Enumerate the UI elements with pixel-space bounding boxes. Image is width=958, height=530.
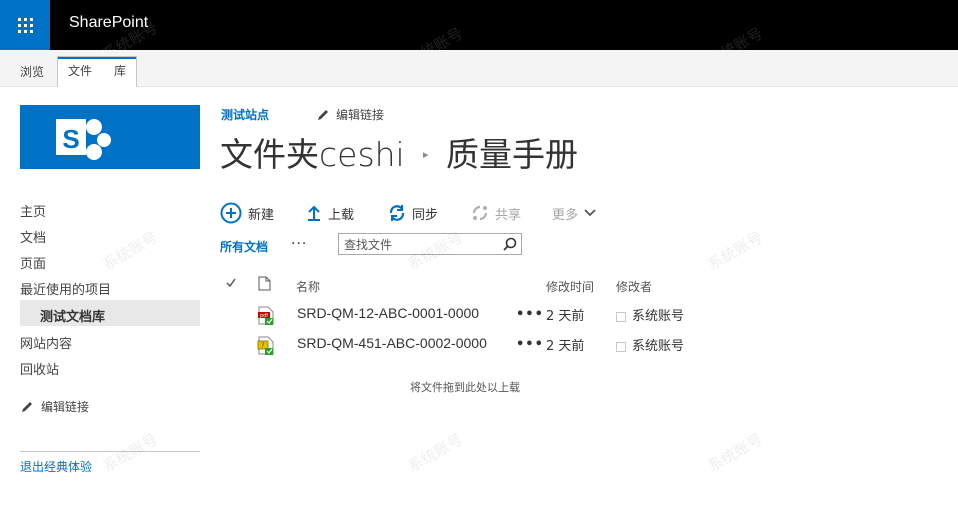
sharepoint-logo-icon: S bbox=[56, 119, 111, 160]
sync-button[interactable]: 同步 bbox=[388, 202, 438, 224]
tab-files[interactable]: 文件 bbox=[68, 57, 92, 85]
breadcrumb-separator-icon: ▸ bbox=[423, 148, 429, 161]
view-all-documents[interactable]: 所有文档 bbox=[220, 238, 268, 255]
search-input[interactable] bbox=[339, 235, 494, 252]
nav-item-documents[interactable]: 文档 bbox=[20, 227, 46, 246]
presence-icon bbox=[616, 311, 626, 322]
new-button-label: 新建 bbox=[248, 207, 275, 223]
search-icon[interactable] bbox=[503, 237, 517, 251]
modified-by[interactable]: 系统账号 bbox=[616, 305, 684, 324]
header-edit-links[interactable]: 编辑链接 bbox=[316, 106, 384, 123]
svg-text:S: S bbox=[62, 124, 79, 154]
tab-library[interactable]: 库 bbox=[114, 57, 126, 85]
modified-time: 2 天前 bbox=[546, 309, 585, 324]
generic-file-icon: ? bbox=[257, 336, 275, 360]
table-row[interactable]: pdf SRD-QM-12-ABC-0001-0000 ••• 2 天前 系统账… bbox=[220, 305, 920, 335]
modified-by-name: 系统账号 bbox=[632, 339, 685, 354]
tab-group-selected: 文件 库 bbox=[57, 56, 137, 87]
search-box bbox=[338, 233, 522, 255]
nav-edit-links-label: 编辑链接 bbox=[41, 400, 90, 414]
share-button[interactable]: 共享 bbox=[471, 202, 521, 224]
file-name-link[interactable]: SRD-QM-451-ABC-0002-0000 bbox=[297, 335, 487, 351]
watermark: 系统账号 bbox=[704, 228, 766, 274]
modified-time: 2 天前 bbox=[546, 339, 585, 354]
table-row[interactable]: ? SRD-QM-451-ABC-0002-0000 ••• 2 天前 系统账号 bbox=[220, 335, 920, 365]
chevron-down-icon bbox=[584, 209, 596, 217]
site-logo[interactable]: S bbox=[20, 105, 200, 169]
header-edit-links-label: 编辑链接 bbox=[336, 108, 385, 122]
row-menu-button[interactable]: ••• bbox=[516, 307, 544, 322]
watermark: 系统账号 bbox=[704, 430, 766, 476]
ribbon: 浏览 文件 库 bbox=[0, 50, 958, 87]
upload-button-label: 上载 bbox=[328, 207, 355, 223]
more-button[interactable]: 更多 bbox=[552, 202, 596, 224]
sync-icon bbox=[389, 205, 405, 221]
nav-divider bbox=[20, 451, 200, 452]
pencil-icon bbox=[318, 109, 328, 120]
exit-classic-link[interactable]: 退出经典体验 bbox=[20, 458, 92, 475]
modified-by[interactable]: 系统账号 bbox=[616, 335, 684, 354]
nav-item-recent[interactable]: 最近使用的项目 bbox=[20, 279, 111, 298]
tab-browse[interactable]: 浏览 bbox=[20, 58, 44, 86]
nav-item-site-contents[interactable]: 网站内容 bbox=[20, 333, 72, 352]
more-button-label: 更多 bbox=[552, 207, 579, 223]
nav-item-recycle-bin[interactable]: 回收站 bbox=[20, 359, 59, 378]
suite-bar: SharePoint 系统账号 系统账号 系统账号 bbox=[0, 0, 958, 70]
presence-icon bbox=[616, 341, 626, 352]
pdf-file-icon: pdf bbox=[257, 306, 275, 330]
upload-button[interactable]: 上载 bbox=[306, 202, 354, 224]
folder-title-link[interactable]: 文件夹ceshi bbox=[220, 128, 405, 176]
page-title: 质量手册 bbox=[446, 135, 578, 174]
app-launcher-button[interactable] bbox=[0, 0, 50, 50]
nav-item-home[interactable]: 主页 bbox=[20, 201, 46, 220]
row-menu-button[interactable]: ••• bbox=[516, 337, 544, 352]
column-header-name[interactable]: 名称 bbox=[296, 278, 320, 295]
share-button-label: 共享 bbox=[495, 207, 522, 223]
file-type-header-icon[interactable] bbox=[258, 276, 271, 294]
svg-text:?: ? bbox=[261, 342, 264, 349]
suite-brand[interactable]: SharePoint bbox=[69, 14, 148, 32]
site-name-link[interactable]: 测试站点 bbox=[221, 106, 269, 123]
drop-zone-hint: 将文件拖到此处以上载 bbox=[410, 381, 520, 394]
watermark: 系统账号 bbox=[99, 228, 161, 274]
plus-circle-icon bbox=[220, 202, 242, 224]
waffle-icon bbox=[17, 17, 33, 33]
pencil-icon bbox=[22, 401, 32, 412]
watermark: 系统账号 bbox=[404, 430, 466, 476]
nav-edit-links[interactable]: 编辑链接 bbox=[20, 398, 89, 415]
nav-item-pages[interactable]: 页面 bbox=[20, 253, 46, 272]
sync-button-label: 同步 bbox=[412, 207, 439, 223]
select-all-checkmark-icon[interactable] bbox=[225, 277, 237, 292]
column-header-modified[interactable]: 修改时间 bbox=[546, 278, 594, 295]
nav-item-test-library[interactable]: 测试文档库 bbox=[40, 306, 105, 325]
upload-arrow-icon bbox=[308, 205, 320, 221]
watermark: 系统账号 bbox=[99, 430, 161, 476]
column-header-modified-by[interactable]: 修改者 bbox=[616, 278, 652, 295]
new-button[interactable]: 新建 bbox=[220, 202, 274, 224]
modified-by-name: 系统账号 bbox=[632, 309, 685, 324]
file-name-link[interactable]: SRD-QM-12-ABC-0001-0000 bbox=[297, 305, 479, 321]
view-more-button[interactable]: ··· bbox=[291, 236, 307, 252]
share-icon bbox=[472, 205, 488, 221]
